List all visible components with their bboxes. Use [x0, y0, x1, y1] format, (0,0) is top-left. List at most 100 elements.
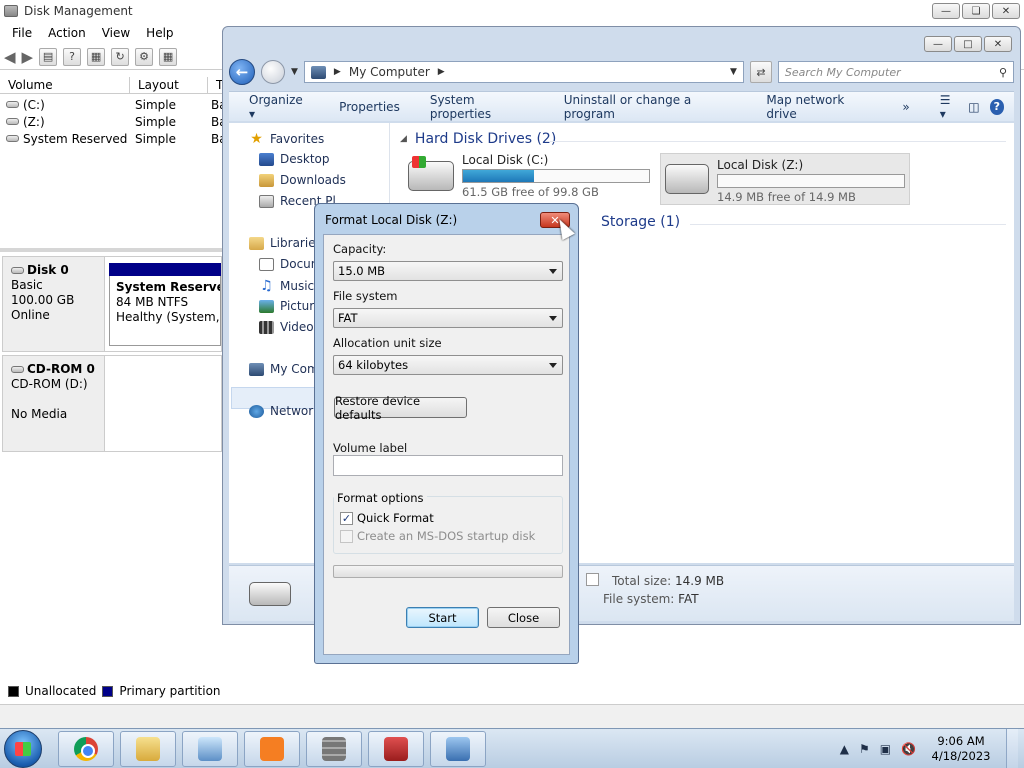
- drive-tile-z[interactable]: Local Disk (Z:) 14.9 MB free of 14.9 MB: [660, 153, 910, 205]
- minimize-button[interactable]: —: [932, 3, 960, 19]
- menu-file[interactable]: File: [4, 26, 40, 40]
- cdrom-0-info: CD-ROM 0 CD-ROM (D:) No Media: [3, 356, 105, 451]
- rescan-icon[interactable]: ⚙: [135, 47, 154, 66]
- file-system-select[interactable]: FAT: [333, 308, 563, 328]
- breadcrumb-my-computer[interactable]: My Computer: [349, 65, 430, 79]
- nav-favorites[interactable]: ★ Favorites: [249, 131, 324, 147]
- organize-button[interactable]: Organize ▾: [249, 93, 309, 121]
- volume-row[interactable]: (C:) Simple Ba: [0, 96, 227, 113]
- recent-pages-icon[interactable]: ▼: [291, 67, 298, 77]
- close-dialog-button[interactable]: Close: [487, 607, 560, 628]
- change-view-icon[interactable]: ☰ ▾: [940, 93, 959, 121]
- nav-downloads[interactable]: Downloads: [259, 173, 346, 187]
- breadcrumb-chevron-icon[interactable]: ▶: [438, 67, 445, 77]
- help-icon[interactable]: ?: [989, 98, 1005, 115]
- preview-pane-icon[interactable]: ◫: [968, 100, 979, 114]
- partition-system-reserved[interactable]: System Reserved 84 MB NTFS Healthy (Syst…: [109, 263, 221, 346]
- nav-desktop[interactable]: Desktop: [259, 152, 330, 166]
- quick-format-checkbox[interactable]: ✓: [340, 511, 353, 525]
- refresh-icon[interactable]: ↻: [111, 47, 130, 66]
- show-hidden-icons-icon[interactable]: ▲: [840, 742, 849, 756]
- close-button[interactable]: ✕: [992, 3, 1020, 19]
- system-properties-button[interactable]: System properties: [430, 93, 534, 121]
- volume-name: System Reserved: [23, 131, 128, 146]
- menu-action[interactable]: Action: [40, 26, 94, 40]
- menu-view[interactable]: View: [94, 26, 138, 40]
- restore-button[interactable]: ❏: [962, 3, 990, 19]
- volume-list: (C:) Simple Ba (Z:) Simple Ba System Res…: [0, 96, 227, 147]
- nav-libraries[interactable]: Libraries: [249, 236, 322, 250]
- volume-name: (Z:): [23, 114, 45, 129]
- more-commands-button[interactable]: »: [902, 100, 909, 114]
- taskbar-firewall[interactable]: [306, 731, 362, 767]
- search-input[interactable]: Search My Computer ⚲: [777, 61, 1014, 83]
- star-icon: ★: [250, 131, 263, 147]
- properties-icon[interactable]: ▦: [87, 47, 106, 66]
- taskbar-my-computer[interactable]: [430, 731, 486, 767]
- allocation-unit-select[interactable]: 64 kilobytes: [333, 355, 563, 375]
- volume-row[interactable]: (Z:) Simple Ba: [0, 113, 227, 130]
- col-volume[interactable]: Volume: [0, 77, 130, 93]
- pane-splitter[interactable]: [0, 248, 230, 252]
- drive-tile-c[interactable]: Local Disk (C:) 61.5 GB free of 99.8 GB: [404, 149, 654, 203]
- refresh-icon[interactable]: ⇄: [749, 61, 772, 83]
- chrome-icon: [74, 737, 98, 761]
- start-button[interactable]: [4, 730, 42, 768]
- primary-partition-swatch: [102, 685, 114, 697]
- collapse-icon[interactable]: ◢: [400, 134, 407, 144]
- downloads-icon: [259, 173, 274, 187]
- show-desktop-button[interactable]: [1006, 729, 1018, 768]
- back-button[interactable]: ←: [229, 59, 255, 85]
- map-network-drive-button[interactable]: Map network drive: [766, 93, 872, 121]
- disk-0-block[interactable]: Disk 0 Basic 100.00 GB Online System Res…: [2, 256, 222, 352]
- nav-videos[interactable]: Videos: [259, 320, 320, 334]
- taskbar-chrome[interactable]: [58, 731, 114, 767]
- uninstall-program-button[interactable]: Uninstall or change a program: [564, 93, 737, 121]
- back-arrow-icon[interactable]: ◀: [4, 48, 16, 66]
- nav-music[interactable]: ♫ Music: [259, 278, 314, 294]
- network-tray-icon[interactable]: ▣: [880, 742, 891, 756]
- properties-button[interactable]: Properties: [339, 100, 400, 114]
- forward-arrow-icon[interactable]: ▶: [22, 48, 34, 66]
- group-hard-disk-drives[interactable]: ◢ Hard Disk Drives (2): [400, 131, 556, 147]
- msdos-startup-label: Create an MS-DOS startup disk: [357, 529, 536, 543]
- address-bar[interactable]: ▶ My Computer ▶ ▼: [303, 61, 744, 83]
- forward-button[interactable]: [261, 60, 285, 84]
- chevron-down-icon: [549, 268, 557, 274]
- show-hide-tree-icon[interactable]: ▤: [39, 47, 58, 66]
- drive-z-name: Local Disk (Z:): [717, 158, 804, 172]
- restore-defaults-button[interactable]: Restore device defaults: [334, 394, 467, 422]
- explorer-close-button[interactable]: ✕: [984, 36, 1012, 52]
- menu-help[interactable]: Help: [138, 26, 181, 40]
- taskbar-toolbox[interactable]: [368, 731, 424, 767]
- col-layout[interactable]: Layout: [130, 77, 208, 93]
- nav-my-computer[interactable]: My Com: [249, 362, 319, 376]
- nav-network[interactable]: Network: [249, 404, 320, 418]
- group-removable-storage[interactable]: Storage (1): [601, 214, 680, 230]
- help-icon[interactable]: ?: [63, 47, 82, 66]
- cdrom-0-block[interactable]: CD-ROM 0 CD-ROM (D:) No Media: [2, 355, 222, 452]
- address-dropdown-icon[interactable]: ▼: [730, 67, 743, 77]
- explorer-minimize-button[interactable]: —: [924, 36, 952, 52]
- volume-label-input[interactable]: [333, 455, 563, 476]
- breadcrumb-chevron-icon[interactable]: ▶: [334, 67, 341, 77]
- explorer-window-controls: — □ ✕: [924, 36, 1012, 52]
- quick-format-option[interactable]: ✓ Quick Format: [340, 511, 434, 525]
- explorer-maximize-button[interactable]: □: [954, 36, 982, 52]
- legend-unallocated: Unallocated: [25, 684, 97, 698]
- disk-list-icon[interactable]: ▦: [159, 47, 178, 66]
- start-button[interactable]: Start: [406, 607, 479, 628]
- volume-row[interactable]: System Reserved Simple Ba: [0, 130, 227, 147]
- taskbar-control-panel[interactable]: [182, 731, 238, 767]
- action-center-flag-icon[interactable]: ⚑: [859, 742, 870, 756]
- volume-muted-icon[interactable]: 🔇: [901, 742, 916, 756]
- nav-documents[interactable]: Docum: [259, 257, 322, 271]
- nav-pictures[interactable]: Pictur: [259, 299, 314, 313]
- taskbar-explorer[interactable]: [120, 731, 176, 767]
- format-dialog-body: Capacity: 15.0 MB File system FAT Alloca…: [323, 234, 570, 655]
- partition-legend: Unallocated Primary partition: [8, 684, 221, 698]
- search-icon[interactable]: ⚲: [999, 66, 1007, 79]
- clock[interactable]: 9:06 AM 4/18/2023: [926, 734, 996, 764]
- taskbar-xampp[interactable]: [244, 731, 300, 767]
- capacity-select[interactable]: 15.0 MB: [333, 261, 563, 281]
